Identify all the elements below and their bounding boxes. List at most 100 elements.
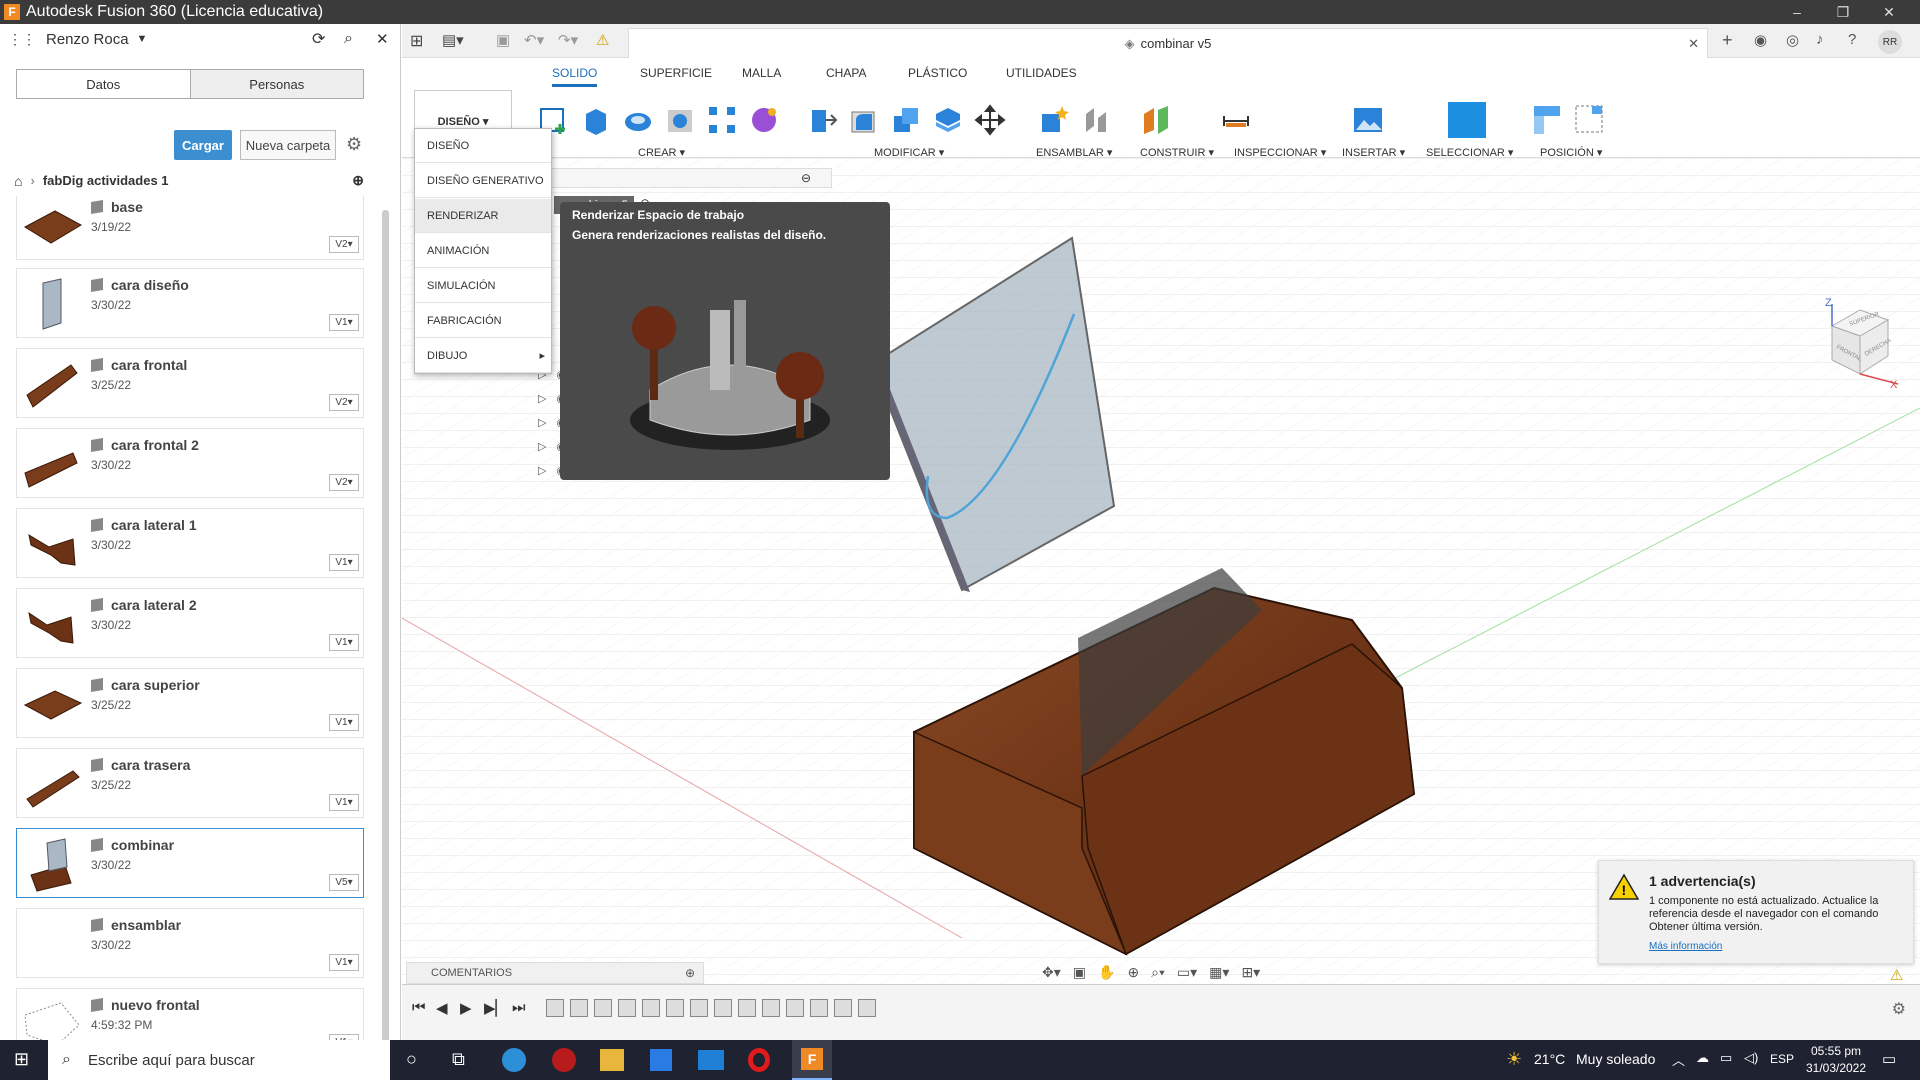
go-to-end-icon[interactable]: ⏭ (512, 999, 526, 1016)
refresh-icon[interactable]: ⟳ (312, 29, 325, 49)
workspace-menu-item[interactable]: DISEÑO (415, 129, 551, 163)
more-info-link[interactable]: Más información (1649, 941, 1722, 952)
language-indicator[interactable]: ESP (1770, 1052, 1794, 1066)
viewports-icon[interactable]: ⊞▾ (1241, 964, 1260, 986)
file-thumbnail[interactable] (21, 675, 83, 733)
timeline-feature-icon[interactable] (570, 999, 588, 1017)
measure-icon[interactable] (1220, 104, 1252, 136)
upload-button[interactable]: Cargar (174, 130, 232, 160)
file-card[interactable]: cara diseño 3/30/22 V1 ▾ (16, 268, 364, 338)
select-icon[interactable] (1448, 102, 1486, 138)
file-name[interactable]: cara lateral 2 (111, 597, 197, 613)
file-thumbnail[interactable] (21, 197, 83, 255)
tab-personas[interactable]: Personas (189, 70, 363, 98)
capture-position-icon[interactable] (1532, 104, 1564, 136)
view-cube[interactable]: Z X SUPERIOR FRONTAL DERECHA (1812, 297, 1899, 391)
view-cube-graphic[interactable]: Z X SUPERIOR FRONTAL DERECHA (1812, 297, 1902, 391)
file-card[interactable]: cara trasera 3/25/22 V1 ▾ (16, 748, 364, 818)
comments-panel[interactable]: COMENTARIOS ⊕ (406, 962, 704, 984)
extrude-icon[interactable] (580, 104, 612, 136)
help-icon[interactable]: ? (1848, 31, 1856, 48)
workspace-menu-item[interactable]: SIMULACIÓN (415, 269, 551, 303)
combine-icon[interactable] (890, 104, 922, 136)
zoom-icon[interactable]: ⊕ (1127, 964, 1139, 986)
version-badge[interactable]: V2 ▾ (329, 236, 359, 253)
file-name[interactable]: combinar (111, 837, 174, 853)
user-name[interactable]: Renzo Roca (46, 31, 129, 48)
warning-status-icon[interactable]: ⚠ (1890, 966, 1903, 984)
windows-start-icon[interactable]: ⊞ (14, 1049, 29, 1070)
expand-arrow-icon[interactable]: ▷ (538, 464, 546, 477)
tab-datos[interactable]: Datos (17, 70, 190, 98)
file-name[interactable]: ensamblar (111, 917, 181, 933)
file-explorer-icon[interactable] (600, 1049, 624, 1071)
home-icon[interactable]: ⌂ (14, 173, 22, 189)
tab-malla[interactable]: MALLA (742, 66, 781, 80)
expand-arrow-icon[interactable]: ▷ (538, 416, 546, 429)
search-icon[interactable]: ⌕ (344, 30, 353, 48)
task-view-icon[interactable]: ⧉ (452, 1049, 465, 1070)
hole-icon[interactable] (664, 104, 696, 136)
workspace-menu-item[interactable]: FABRICACIÓN (415, 304, 551, 338)
timeline-feature-icon[interactable] (666, 999, 684, 1017)
grid-settings-icon[interactable]: ▦▾ (1209, 964, 1229, 986)
warning-icon[interactable]: ⚠ (596, 31, 609, 49)
file-name[interactable]: cara lateral 1 (111, 517, 197, 533)
avatar[interactable]: RR (1878, 30, 1902, 54)
file-name[interactable]: cara diseño (111, 277, 189, 293)
globe-icon[interactable]: ⊕ (352, 172, 364, 189)
clock-time[interactable]: 05:55 pm (1806, 1044, 1866, 1058)
workspace-menu-item[interactable]: DIBUJO ▸ (415, 339, 551, 373)
press-pull-icon[interactable] (806, 104, 838, 136)
version-badge[interactable]: V1▾ (329, 954, 359, 971)
close-tab-icon[interactable]: ✕ (1688, 36, 1699, 52)
version-badge[interactable]: V1▾ (329, 634, 359, 651)
move-icon[interactable] (974, 104, 1006, 136)
step-forward-icon[interactable]: ▶▏ (484, 999, 507, 1017)
chevron-down-icon[interactable]: ▼ (137, 33, 148, 45)
expand-arrow-icon[interactable]: ▷ (538, 392, 546, 405)
construct-plane-icon[interactable] (1140, 104, 1172, 136)
tab-superficie[interactable]: SUPERFICIE (640, 66, 712, 80)
zoom-window-icon[interactable]: ⌕▾ (1151, 964, 1165, 986)
cortana-icon[interactable]: ○ (406, 1049, 417, 1070)
version-badge[interactable]: V2 ▾ (329, 394, 359, 411)
timeline-settings-icon[interactable]: ⚙ (1892, 999, 1906, 1019)
file-card[interactable]: cara frontal 2 3/30/22 V2 ▾ (16, 428, 364, 498)
timeline-feature-icon[interactable] (714, 999, 732, 1017)
timeline-feature-icon[interactable] (642, 999, 660, 1017)
file-icon[interactable]: ▤▾ (442, 31, 464, 49)
orbit-icon[interactable]: ✥▾ (1042, 964, 1061, 986)
browser-header[interactable]: ⊖ (542, 168, 832, 188)
undo-icon[interactable]: ↶▾ (524, 31, 544, 49)
file-name[interactable]: cara superior (111, 677, 200, 693)
redo-icon[interactable]: ↷▾ (558, 31, 578, 49)
mail-icon[interactable] (698, 1050, 724, 1070)
tab-utilidades[interactable]: UTILIDADES (1006, 66, 1077, 80)
form-icon[interactable] (748, 104, 780, 136)
file-name[interactable]: cara frontal (111, 357, 187, 373)
file-thumbnail[interactable] (21, 435, 83, 493)
file-name[interactable]: cara frontal 2 (111, 437, 199, 453)
tab-chapa[interactable]: CHAPA (826, 66, 866, 80)
notification-center-icon[interactable]: ▭ (1882, 1050, 1896, 1068)
tray-chevron-icon[interactable]: ︿ (1672, 1050, 1685, 1069)
add-comment-icon[interactable]: ⊕ (685, 966, 695, 980)
volume-icon[interactable]: ◁) (1744, 1050, 1758, 1066)
display-settings-icon[interactable]: ▭▾ (1177, 964, 1197, 986)
cloud-icon[interactable]: ☁ (1696, 1050, 1709, 1066)
weather-condition[interactable]: Muy soleado (1576, 1051, 1655, 1067)
timeline-feature-icon[interactable] (858, 999, 876, 1017)
notifications-icon[interactable]: ♪ (1816, 31, 1824, 48)
weather-sun-icon[interactable]: ☀ (1506, 1049, 1522, 1070)
revert-position-icon[interactable] (1574, 104, 1606, 136)
fillet-icon[interactable] (848, 104, 880, 136)
version-badge[interactable]: V2 ▾ (329, 474, 359, 491)
file-name[interactable]: base (111, 199, 143, 215)
fusion-taskbar-icon[interactable]: F (792, 1040, 832, 1080)
play-icon[interactable]: ▶ (460, 999, 472, 1017)
joint-icon[interactable] (1080, 104, 1112, 136)
workspace-menu-item[interactable]: ANIMACIÓN (415, 234, 551, 268)
file-card[interactable]: cara frontal 3/25/22 V2 ▾ (16, 348, 364, 418)
tab-plastico[interactable]: PLÁSTICO (908, 66, 967, 80)
